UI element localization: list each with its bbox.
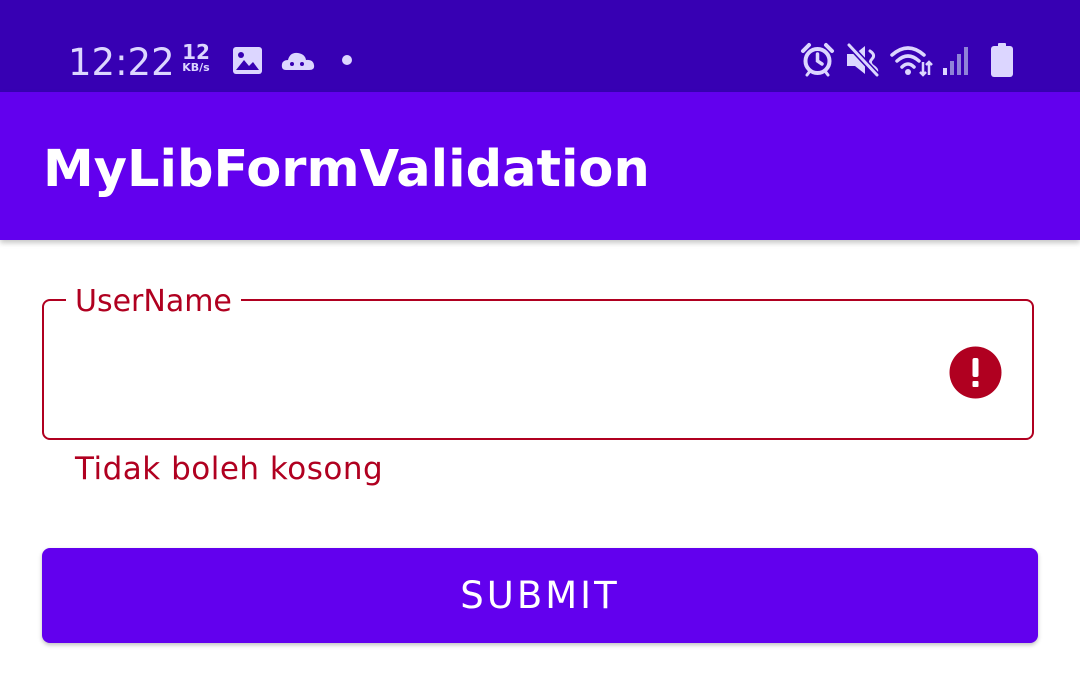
wifi-icon [890, 46, 933, 77]
signal-icon [943, 47, 968, 75]
status-time: 12:22 [68, 41, 175, 84]
username-input[interactable] [72, 335, 926, 407]
gallery-icon [233, 47, 262, 74]
mute-icon [846, 43, 880, 77]
submit-button[interactable]: SUBMIT [42, 548, 1038, 643]
dot-icon [342, 55, 352, 65]
app-title: MyLibFormValidation [43, 140, 650, 199]
network-speed-value: 12 [182, 40, 210, 64]
battery-icon [991, 43, 1013, 77]
status-bar: 12:22 12 KB/s [0, 0, 1080, 92]
username-error-text: Tidak boleh kosong [75, 451, 384, 487]
alarm-icon [801, 43, 834, 77]
username-label: UserName [66, 281, 241, 323]
network-speed-unit: KB/s [182, 61, 210, 74]
network-speed-indicator: 12 KB/s [176, 42, 216, 82]
cloud-icon [281, 52, 315, 70]
error-icon [949, 346, 1002, 399]
